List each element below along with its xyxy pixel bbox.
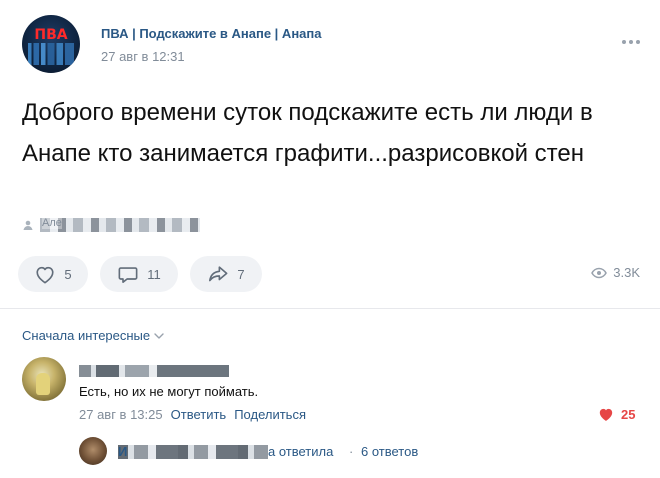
reply-author-prefix: И <box>118 444 128 459</box>
comment-meta: 27 авг в 13:25 Ответить Поделиться <box>79 407 306 422</box>
reply-suffix: а ответила <box>268 444 334 459</box>
share-button[interactable]: 7 <box>190 256 262 292</box>
group-avatar[interactable]: ПВА <box>22 15 80 73</box>
comment-author-blur[interactable] <box>79 365 229 377</box>
post-text: Доброго времени суток подскажите есть ли… <box>22 99 593 167</box>
post-actions: 5 11 7 3.3K <box>18 256 648 294</box>
author-icon <box>23 220 33 230</box>
chevron-down-icon <box>154 332 164 339</box>
comment-like-button[interactable]: 25 <box>597 406 635 422</box>
reply-separator: · <box>349 444 354 459</box>
share-icon <box>209 266 228 282</box>
comment-avatar[interactable] <box>22 357 66 401</box>
more-icon[interactable] <box>620 37 642 47</box>
comment-sort[interactable]: Сначала интересные <box>22 328 164 343</box>
share-count: 7 <box>237 266 245 282</box>
eye-icon <box>591 267 608 278</box>
comment-text: Есть, но их не могут поймать. <box>79 384 259 399</box>
comment-icon <box>118 267 138 283</box>
comment-time[interactable]: 27 авг в 13:25 <box>79 407 163 422</box>
group-logo-text: ПВА <box>34 27 68 43</box>
author-name-blur <box>40 218 200 232</box>
comment-button[interactable]: 11 <box>100 256 178 292</box>
share-link[interactable]: Поделиться <box>234 407 306 422</box>
views: 3.3K <box>591 265 640 280</box>
heart-icon <box>36 266 54 284</box>
post-author[interactable]: Але <box>22 217 222 233</box>
comment-like-count: 25 <box>621 406 636 422</box>
view-count: 3.3K <box>613 265 640 280</box>
group-logo-skyline <box>28 43 74 65</box>
reply-count-link[interactable]: 6 ответов <box>361 444 418 459</box>
reply-preview[interactable]: И а ответила · 6 ответов <box>118 444 448 460</box>
like-count: 5 <box>64 266 72 282</box>
post-time[interactable]: 27 авг в 12:31 <box>101 49 185 64</box>
heart-filled-icon <box>599 408 613 421</box>
divider <box>0 308 660 309</box>
post-header: ПВА ПВА | Подскажите в Анапе | Анапа 27 … <box>22 15 642 75</box>
author-name-prefix: Але <box>42 217 62 229</box>
reply-author-blur <box>118 445 268 459</box>
sort-label: Сначала интересные <box>22 328 151 343</box>
like-button[interactable]: 5 <box>18 256 88 292</box>
reply-avatar[interactable] <box>79 437 107 465</box>
group-name[interactable]: ПВА | Подскажите в Анапе | Анапа <box>101 26 321 41</box>
comment-count: 11 <box>147 266 161 282</box>
reply-link[interactable]: Ответить <box>171 407 227 422</box>
